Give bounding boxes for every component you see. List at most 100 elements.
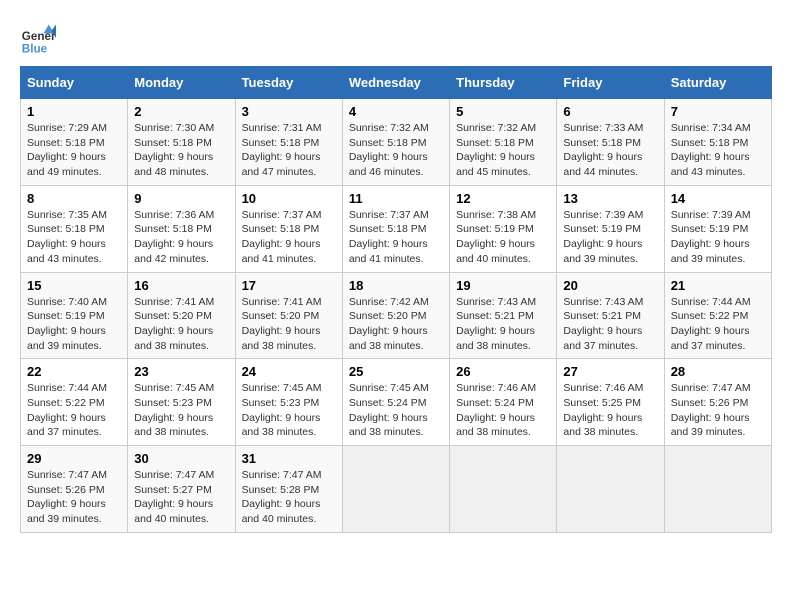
page-header: General Blue — [20, 20, 772, 56]
col-header-tuesday: Tuesday — [235, 67, 342, 99]
calendar-cell: 6 Sunrise: 7:33 AM Sunset: 5:18 PM Dayli… — [557, 99, 664, 186]
sunrise: Sunrise: 7:43 AM — [456, 296, 536, 308]
day-number: 27 — [563, 364, 657, 379]
day-number: 18 — [349, 278, 443, 293]
daylight: Daylight: 9 hours and 38 minutes. — [349, 412, 428, 439]
sunset: Sunset: 5:18 PM — [242, 137, 320, 149]
day-info: Sunrise: 7:36 AM Sunset: 5:18 PM Dayligh… — [134, 208, 228, 267]
sunset: Sunset: 5:24 PM — [456, 397, 534, 409]
daylight: Daylight: 9 hours and 42 minutes. — [134, 238, 213, 265]
daylight: Daylight: 9 hours and 37 minutes. — [671, 325, 750, 352]
day-number: 24 — [242, 364, 336, 379]
calendar-cell: 14 Sunrise: 7:39 AM Sunset: 5:19 PM Dayl… — [664, 185, 771, 272]
sunset: Sunset: 5:18 PM — [671, 137, 749, 149]
sunset: Sunset: 5:18 PM — [134, 223, 212, 235]
daylight: Daylight: 9 hours and 45 minutes. — [456, 151, 535, 178]
sunset: Sunset: 5:18 PM — [27, 137, 105, 149]
sunrise: Sunrise: 7:45 AM — [349, 382, 429, 394]
calendar-table: SundayMondayTuesdayWednesdayThursdayFrid… — [20, 66, 772, 533]
sunrise: Sunrise: 7:47 AM — [134, 469, 214, 481]
sunset: Sunset: 5:27 PM — [134, 484, 212, 496]
calendar-cell: 3 Sunrise: 7:31 AM Sunset: 5:18 PM Dayli… — [235, 99, 342, 186]
day-info: Sunrise: 7:41 AM Sunset: 5:20 PM Dayligh… — [242, 295, 336, 354]
daylight: Daylight: 9 hours and 39 minutes. — [671, 412, 750, 439]
sunset: Sunset: 5:25 PM — [563, 397, 641, 409]
sunset: Sunset: 5:18 PM — [456, 137, 534, 149]
sunset: Sunset: 5:23 PM — [242, 397, 320, 409]
calendar-cell: 25 Sunrise: 7:45 AM Sunset: 5:24 PM Dayl… — [342, 359, 449, 446]
day-number: 28 — [671, 364, 765, 379]
calendar-cell: 19 Sunrise: 7:43 AM Sunset: 5:21 PM Dayl… — [450, 272, 557, 359]
calendar-cell: 28 Sunrise: 7:47 AM Sunset: 5:26 PM Dayl… — [664, 359, 771, 446]
day-info: Sunrise: 7:45 AM Sunset: 5:24 PM Dayligh… — [349, 381, 443, 440]
day-info: Sunrise: 7:30 AM Sunset: 5:18 PM Dayligh… — [134, 121, 228, 180]
daylight: Daylight: 9 hours and 37 minutes. — [563, 325, 642, 352]
calendar-cell: 5 Sunrise: 7:32 AM Sunset: 5:18 PM Dayli… — [450, 99, 557, 186]
day-number: 31 — [242, 451, 336, 466]
col-header-wednesday: Wednesday — [342, 67, 449, 99]
day-number: 17 — [242, 278, 336, 293]
day-info: Sunrise: 7:33 AM Sunset: 5:18 PM Dayligh… — [563, 121, 657, 180]
svg-text:Blue: Blue — [22, 42, 48, 55]
calendar-cell: 12 Sunrise: 7:38 AM Sunset: 5:19 PM Dayl… — [450, 185, 557, 272]
day-number: 22 — [27, 364, 121, 379]
day-number: 6 — [563, 104, 657, 119]
col-header-thursday: Thursday — [450, 67, 557, 99]
day-number: 3 — [242, 104, 336, 119]
sunrise: Sunrise: 7:41 AM — [134, 296, 214, 308]
day-number: 30 — [134, 451, 228, 466]
day-number: 20 — [563, 278, 657, 293]
day-number: 25 — [349, 364, 443, 379]
day-number: 9 — [134, 191, 228, 206]
week-row-5: 29 Sunrise: 7:47 AM Sunset: 5:26 PM Dayl… — [21, 446, 772, 533]
col-header-monday: Monday — [128, 67, 235, 99]
sunrise: Sunrise: 7:40 AM — [27, 296, 107, 308]
calendar-cell: 2 Sunrise: 7:30 AM Sunset: 5:18 PM Dayli… — [128, 99, 235, 186]
calendar-cell: 11 Sunrise: 7:37 AM Sunset: 5:18 PM Dayl… — [342, 185, 449, 272]
sunrise: Sunrise: 7:36 AM — [134, 209, 214, 221]
daylight: Daylight: 9 hours and 43 minutes. — [671, 151, 750, 178]
day-info: Sunrise: 7:46 AM Sunset: 5:25 PM Dayligh… — [563, 381, 657, 440]
sunset: Sunset: 5:21 PM — [563, 310, 641, 322]
day-info: Sunrise: 7:37 AM Sunset: 5:18 PM Dayligh… — [242, 208, 336, 267]
sunrise: Sunrise: 7:42 AM — [349, 296, 429, 308]
sunrise: Sunrise: 7:39 AM — [563, 209, 643, 221]
sunrise: Sunrise: 7:41 AM — [242, 296, 322, 308]
sunset: Sunset: 5:23 PM — [134, 397, 212, 409]
day-info: Sunrise: 7:38 AM Sunset: 5:19 PM Dayligh… — [456, 208, 550, 267]
sunset: Sunset: 5:20 PM — [349, 310, 427, 322]
day-number: 10 — [242, 191, 336, 206]
sunrise: Sunrise: 7:35 AM — [27, 209, 107, 221]
sunset: Sunset: 5:19 PM — [27, 310, 105, 322]
col-header-sunday: Sunday — [21, 67, 128, 99]
sunset: Sunset: 5:26 PM — [27, 484, 105, 496]
calendar-cell: 20 Sunrise: 7:43 AM Sunset: 5:21 PM Dayl… — [557, 272, 664, 359]
sunrise: Sunrise: 7:33 AM — [563, 122, 643, 134]
day-info: Sunrise: 7:32 AM Sunset: 5:18 PM Dayligh… — [456, 121, 550, 180]
sunset: Sunset: 5:22 PM — [671, 310, 749, 322]
day-number: 26 — [456, 364, 550, 379]
sunrise: Sunrise: 7:47 AM — [671, 382, 751, 394]
week-row-3: 15 Sunrise: 7:40 AM Sunset: 5:19 PM Dayl… — [21, 272, 772, 359]
calendar-cell — [450, 446, 557, 533]
day-info: Sunrise: 7:35 AM Sunset: 5:18 PM Dayligh… — [27, 208, 121, 267]
day-number: 7 — [671, 104, 765, 119]
week-row-2: 8 Sunrise: 7:35 AM Sunset: 5:18 PM Dayli… — [21, 185, 772, 272]
week-row-4: 22 Sunrise: 7:44 AM Sunset: 5:22 PM Dayl… — [21, 359, 772, 446]
calendar-cell: 30 Sunrise: 7:47 AM Sunset: 5:27 PM Dayl… — [128, 446, 235, 533]
calendar-cell: 18 Sunrise: 7:42 AM Sunset: 5:20 PM Dayl… — [342, 272, 449, 359]
day-number: 12 — [456, 191, 550, 206]
day-info: Sunrise: 7:47 AM Sunset: 5:28 PM Dayligh… — [242, 468, 336, 527]
daylight: Daylight: 9 hours and 48 minutes. — [134, 151, 213, 178]
daylight: Daylight: 9 hours and 38 minutes. — [563, 412, 642, 439]
daylight: Daylight: 9 hours and 40 minutes. — [134, 498, 213, 525]
day-info: Sunrise: 7:44 AM Sunset: 5:22 PM Dayligh… — [671, 295, 765, 354]
day-info: Sunrise: 7:39 AM Sunset: 5:19 PM Dayligh… — [563, 208, 657, 267]
sunrise: Sunrise: 7:32 AM — [456, 122, 536, 134]
week-row-1: 1 Sunrise: 7:29 AM Sunset: 5:18 PM Dayli… — [21, 99, 772, 186]
sunset: Sunset: 5:19 PM — [671, 223, 749, 235]
daylight: Daylight: 9 hours and 38 minutes. — [456, 412, 535, 439]
daylight: Daylight: 9 hours and 43 minutes. — [27, 238, 106, 265]
day-number: 2 — [134, 104, 228, 119]
sunset: Sunset: 5:18 PM — [349, 223, 427, 235]
